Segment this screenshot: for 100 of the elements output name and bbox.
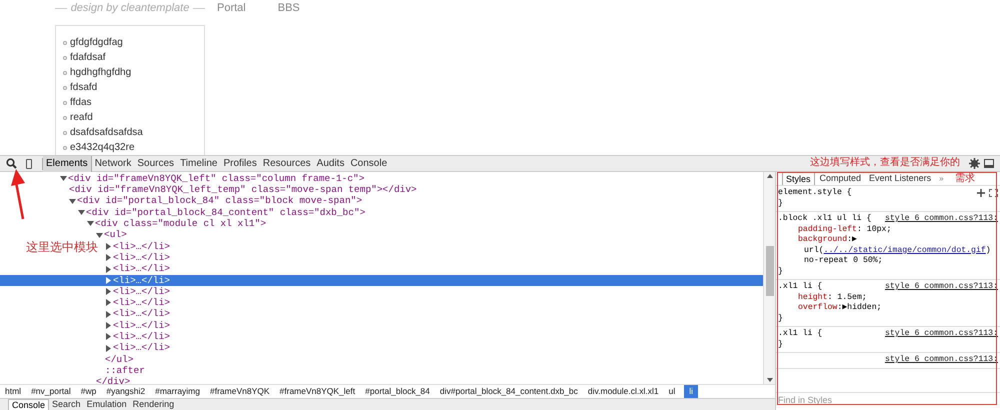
mobile-device-icon[interactable] xyxy=(26,158,32,168)
panel-tab[interactable]: Sources xyxy=(134,156,178,172)
breadcrumb-item[interactable]: div.module.cl.xl.xl1 xyxy=(586,385,660,398)
sidebar-tab[interactable]: Computed xyxy=(816,172,864,185)
collapsed-triangle-icon[interactable] xyxy=(105,322,113,329)
stylesheet-link[interactable]: style 6 common.css?113: xyxy=(876,329,998,340)
annotation-arrow xyxy=(8,168,28,220)
expanded-triangle-icon[interactable] xyxy=(87,220,95,228)
panel-tab[interactable]: Resources xyxy=(260,156,314,172)
drawer-tab[interactable]: Rendering xyxy=(130,399,178,410)
nav-link[interactable]: BBS xyxy=(278,0,300,16)
panel-tab[interactable]: Console xyxy=(347,156,390,172)
dom-node-text[interactable]: <li>…</li> xyxy=(113,332,170,342)
panel-tab[interactable]: Profiles xyxy=(220,156,260,172)
expanded-triangle-icon[interactable] xyxy=(78,209,86,216)
collapsed-triangle-icon[interactable] xyxy=(105,333,113,340)
dom-node-text[interactable]: <div id="portal_block_84_content" class="dxb_bc"> xyxy=(86,208,366,218)
breadcrumb-item[interactable]: #frameVn8YQK xyxy=(209,385,271,398)
settings-icon[interactable] xyxy=(969,158,980,169)
expanded-triangle-icon[interactable] xyxy=(96,232,104,239)
dock-icon[interactable] xyxy=(984,159,994,168)
dom-node-text[interactable]: <li>…</li> xyxy=(113,242,170,252)
breadcrumb-item[interactable]: div#portal_block_84_content.dxb_bc xyxy=(438,385,579,398)
list-item-link[interactable]: dsafdsafdsafdsa xyxy=(70,125,143,140)
list-item-link[interactable]: hgdhgfhgfdhg xyxy=(70,65,132,80)
dom-node-text[interactable]: </ul> xyxy=(105,354,134,364)
stylesheet-link[interactable]: style 6 common.css?113: xyxy=(876,214,998,224)
collapsed-triangle-icon[interactable] xyxy=(105,242,113,250)
dom-node-text[interactable]: <li>…</li> xyxy=(113,264,170,274)
site-tagline: design by cleantemplate xyxy=(70,1,190,16)
collapsed-triangle-icon[interactable] xyxy=(105,310,113,318)
css-selector: .xl1 li { xyxy=(778,282,822,292)
breadcrumb-item[interactable]: #marrayimg xyxy=(154,385,201,398)
panel-tab[interactable]: Audits xyxy=(314,156,348,172)
css-property: height: 1.5em; xyxy=(797,292,868,303)
dom-node-text[interactable]: <ul> xyxy=(104,230,127,240)
collapsed-triangle-icon[interactable] xyxy=(105,288,113,296)
dom-node-text[interactable]: <div id="portal_block_84" class="block move-span"> xyxy=(77,196,362,206)
nav-link[interactable]: Portal xyxy=(217,0,246,16)
sidebar-tab[interactable]: Styles xyxy=(782,172,815,185)
panel-tab[interactable]: Network xyxy=(92,156,134,172)
more-tabs-button[interactable]: » xyxy=(936,172,947,184)
breadcrumb-item[interactable]: #nv_portal xyxy=(30,385,72,398)
bullet-icon xyxy=(63,40,67,44)
css-property: padding-left: 10px; xyxy=(797,224,892,235)
breadcrumb-item[interactable]: ul xyxy=(668,385,676,398)
dom-node-text[interactable]: </div> xyxy=(96,377,130,384)
scroll-up-arrow-icon[interactable] xyxy=(766,174,772,178)
dom-node-text[interactable]: ::after xyxy=(105,366,145,376)
dom-node-text[interactable]: <li>…</li> xyxy=(113,309,170,319)
breadcrumb-item[interactable]: li xyxy=(684,385,698,398)
list-item-link[interactable]: e3432q4q32re xyxy=(70,140,135,155)
stylesheet-link[interactable]: style 6 common.css?113: xyxy=(876,355,998,366)
breadcrumb-item[interactable]: #portal_block_84 xyxy=(364,385,431,398)
css-selector: .block .xl1 ul li { xyxy=(778,214,872,224)
search-icon[interactable] xyxy=(6,158,17,169)
collapsed-triangle-icon[interactable] xyxy=(105,254,113,262)
scrollbar[interactable] xyxy=(763,172,775,384)
drawer-tab[interactable]: Console xyxy=(8,399,50,410)
collapsed-triangle-icon[interactable] xyxy=(105,344,113,352)
panel-tab[interactable]: Elements xyxy=(43,156,92,172)
closing-brace: } xyxy=(778,340,783,350)
dom-node-text[interactable]: <li>…</li> xyxy=(113,252,170,262)
collapsed-triangle-icon[interactable] xyxy=(105,266,113,273)
dom-node-text[interactable]: <li>…</li> xyxy=(113,276,170,286)
expanded-triangle-icon[interactable] xyxy=(69,198,77,205)
breadcrumb-item[interactable]: #wp xyxy=(80,385,98,398)
collapsed-triangle-icon[interactable] xyxy=(105,299,113,306)
element-state-icon[interactable] xyxy=(989,189,998,198)
closing-brace: } xyxy=(778,314,783,324)
stylesheet-link[interactable]: style 6 common.css?113: xyxy=(876,282,998,292)
collapsed-triangle-icon[interactable] xyxy=(105,276,113,284)
list-item-link[interactable]: ffdas xyxy=(70,95,92,110)
scroll-down-arrow-icon[interactable] xyxy=(766,378,772,382)
dom-node-text[interactable]: <li>…</li> xyxy=(113,343,170,353)
list-item-link[interactable]: gfdgfdgdfag xyxy=(70,35,123,50)
styles-filter-field[interactable]: Find in Styles xyxy=(778,393,998,406)
sidebar-tab[interactable]: Event Listeners xyxy=(866,172,934,185)
bullet-icon xyxy=(63,100,67,104)
closing-brace: } xyxy=(778,266,783,277)
list-item-link[interactable]: fdsafd xyxy=(70,80,98,95)
breadcrumb-item[interactable]: html xyxy=(4,385,22,398)
dom-node-text[interactable]: <li>…</li> xyxy=(113,320,170,330)
list-item-link[interactable]: reafd xyxy=(70,110,93,125)
panel-tab[interactable]: Timeline xyxy=(177,156,220,172)
breadcrumb-item[interactable]: #yangshi2 xyxy=(105,385,146,398)
drawer-tab[interactable]: Search xyxy=(49,399,84,410)
dom-node-text[interactable]: <li>…</li> xyxy=(113,286,170,296)
drawer-tab[interactable]: Emulation xyxy=(84,399,130,410)
css-value: no-repeat 0 50%; xyxy=(803,256,884,266)
dom-node-text[interactable]: <div class="module cl xl xl1"> xyxy=(95,219,266,229)
dom-node-text[interactable]: <div id="frameVn8YQK_left_temp" class="move-span temp"></div> xyxy=(69,185,417,195)
list-item-link[interactable]: fdafdsaf xyxy=(70,50,106,65)
scrollbar-thumb[interactable] xyxy=(766,246,774,296)
breadcrumb-item[interactable]: #frameVn8YQK_left xyxy=(278,385,356,398)
dom-node-text[interactable]: <li>…</li> xyxy=(113,298,170,308)
add-icon[interactable] xyxy=(977,189,985,198)
dom-node-text[interactable]: <div id="frameVn8YQK_left" class="column frame-1-c"> xyxy=(68,174,364,184)
annotation-text: 这里选中模块 xyxy=(26,239,98,256)
expanded-triangle-icon[interactable] xyxy=(60,175,68,182)
